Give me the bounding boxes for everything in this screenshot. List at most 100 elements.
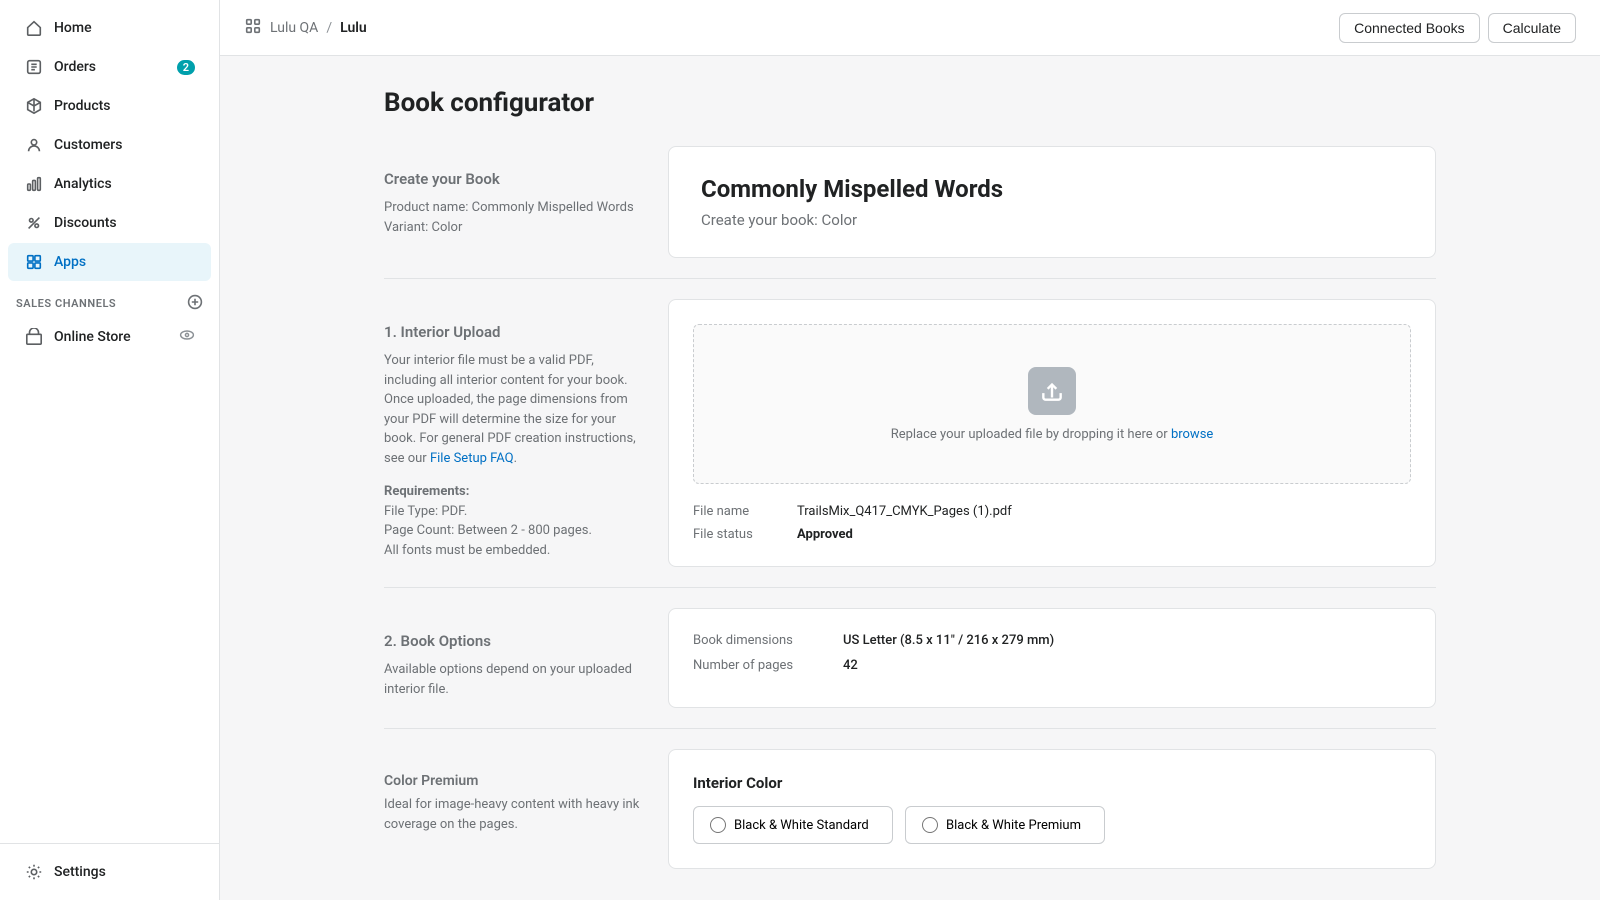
color-option-bw-standard[interactable]: Black & White Standard xyxy=(693,806,893,844)
req-page-count: Page Count: Between 2 - 800 pages. xyxy=(384,521,644,541)
browse-link[interactable]: browse xyxy=(1171,427,1213,442)
sidebar-item-products[interactable]: Products xyxy=(8,87,211,125)
upload-dropzone-text: Replace your uploaded file by dropping i… xyxy=(891,427,1214,442)
page-title: Book configurator xyxy=(384,88,1436,118)
store-grid-icon xyxy=(244,17,262,39)
connected-books-button[interactable]: Connected Books xyxy=(1339,13,1480,43)
divider-1 xyxy=(384,278,1436,279)
add-sales-channel-icon[interactable] xyxy=(187,294,203,313)
orders-icon xyxy=(24,57,44,77)
variant-label: Variant: xyxy=(384,220,428,235)
bw-premium-label: Black & White Premium xyxy=(946,818,1081,833)
file-name-label: File name xyxy=(693,504,773,519)
upload-dropzone[interactable]: Replace your uploaded file by dropping i… xyxy=(693,324,1411,484)
divider-3 xyxy=(384,728,1436,729)
create-book-left: Create your Book Product name: Commonly … xyxy=(384,146,644,258)
color-premium-label: Color Premium xyxy=(384,773,644,789)
page-inner: Book configurator Create your Book Produ… xyxy=(360,56,1460,900)
sidebar-item-home-label: Home xyxy=(54,20,92,36)
requirements-title: Requirements: xyxy=(384,482,644,502)
breadcrumb-separator: / xyxy=(326,20,332,36)
create-book-section: Create your Book Product name: Commonly … xyxy=(384,146,1436,258)
interior-upload-right: Replace your uploaded file by dropping i… xyxy=(668,299,1436,567)
topbar-actions: Connected Books Calculate xyxy=(1339,13,1576,43)
req-fonts: All fonts must be embedded. xyxy=(384,541,644,561)
sidebar-bottom: Settings xyxy=(0,843,219,900)
breadcrumb-store[interactable]: Lulu QA xyxy=(270,20,318,36)
interior-upload-section: 1. Interior Upload Your interior file mu… xyxy=(384,299,1436,567)
book-dimensions-row: Book dimensions US Letter (8.5 x 11" / 2… xyxy=(693,633,1411,648)
color-premium-desc: Ideal for image-heavy content with heavy… xyxy=(384,795,644,834)
sidebar-item-orders[interactable]: Orders 2 xyxy=(8,48,211,86)
settings-label: Settings xyxy=(54,864,106,880)
sidebar-item-settings[interactable]: Settings xyxy=(8,853,211,891)
color-section: Color Premium Ideal for image-heavy cont… xyxy=(384,749,1436,869)
divider-2 xyxy=(384,587,1436,588)
sidebar-item-customers[interactable]: Customers xyxy=(8,126,211,164)
sidebar-item-home[interactable]: Home xyxy=(8,9,211,47)
color-option-bw-premium[interactable]: Black & White Premium xyxy=(905,806,1105,844)
sidebar-item-discounts[interactable]: Discounts xyxy=(8,204,211,242)
interior-upload-description: Your interior file must be a valid PDF, … xyxy=(384,353,636,466)
online-store-visibility-icon[interactable] xyxy=(179,327,195,347)
sidebar-item-products-label: Products xyxy=(54,98,111,114)
file-setup-faq-link[interactable]: File Setup FAQ xyxy=(430,451,514,466)
interior-upload-desc: Your interior file must be a valid PDF, … xyxy=(384,351,644,560)
color-options: Black & White Standard Black & White Pre… xyxy=(693,806,1411,844)
discounts-icon xyxy=(24,213,44,233)
file-name-row: File name TrailsMix_Q417_CMYK_Pages (1).… xyxy=(693,504,1411,519)
sidebar-item-orders-label: Orders xyxy=(54,59,96,75)
main-wrapper: Lulu QA / Lulu Connected Books Calculate… xyxy=(220,0,1600,900)
file-status-label: File status xyxy=(693,527,773,542)
sidebar-item-discounts-label: Discounts xyxy=(54,215,117,231)
book-dimensions-value: US Letter (8.5 x 11" / 216 x 279 mm) xyxy=(843,633,1054,648)
store-icon xyxy=(24,327,44,347)
topbar: Lulu QA / Lulu Connected Books Calculate xyxy=(220,0,1600,56)
book-options-table: Book dimensions US Letter (8.5 x 11" / 2… xyxy=(693,633,1411,673)
book-options-title: 2. Book Options xyxy=(384,632,644,650)
sidebar-item-analytics[interactable]: Analytics xyxy=(8,165,211,203)
settings-icon xyxy=(24,862,44,882)
color-radio-bw-standard[interactable] xyxy=(710,817,726,833)
book-options-right: Book dimensions US Letter (8.5 x 11" / 2… xyxy=(668,608,1436,708)
sidebar-item-analytics-label: Analytics xyxy=(54,176,112,192)
book-options-desc: Available options depend on your uploade… xyxy=(384,660,644,699)
interior-color-title: Interior Color xyxy=(693,774,1411,792)
analytics-icon xyxy=(24,174,44,194)
home-icon xyxy=(24,18,44,38)
sidebar-item-customers-label: Customers xyxy=(54,137,122,153)
product-name-value: Commonly Mispelled Words xyxy=(472,200,634,215)
color-section-right: Interior Color Black & White Standard Bl… xyxy=(668,749,1436,869)
interior-upload-left: 1. Interior Upload Your interior file mu… xyxy=(384,299,644,567)
orders-badge: 2 xyxy=(177,60,195,75)
bw-standard-label: Black & White Standard xyxy=(734,818,869,833)
customers-icon xyxy=(24,135,44,155)
breadcrumb-current: Lulu xyxy=(340,20,367,36)
sidebar-item-apps-label: Apps xyxy=(54,254,86,270)
calculate-button[interactable]: Calculate xyxy=(1488,13,1576,43)
create-book-title: Create your Book xyxy=(384,170,644,188)
num-pages-value: 42 xyxy=(843,658,858,673)
file-status-value: Approved xyxy=(797,527,853,542)
preview-title: Commonly Mispelled Words xyxy=(701,175,1403,203)
book-options-left: 2. Book Options Available options depend… xyxy=(384,608,644,708)
book-options-section: 2. Book Options Available options depend… xyxy=(384,608,1436,708)
req-file-type: File Type: PDF. xyxy=(384,502,644,522)
interior-upload-title: 1. Interior Upload xyxy=(384,323,644,341)
online-store-label: Online Store xyxy=(54,329,131,345)
sidebar-item-apps[interactable]: Apps xyxy=(8,243,211,281)
color-radio-bw-premium[interactable] xyxy=(922,817,938,833)
file-name-value: TrailsMix_Q417_CMYK_Pages (1).pdf xyxy=(797,504,1012,519)
sidebar-nav: Home Orders 2 Products xyxy=(0,0,219,843)
create-book-desc: Product name: Commonly Mispelled Words V… xyxy=(384,198,644,237)
variant-value: Color xyxy=(432,220,463,235)
color-section-left: Color Premium Ideal for image-heavy cont… xyxy=(384,749,644,869)
book-preview-card: Commonly Mispelled Words Create your boo… xyxy=(668,146,1436,258)
num-pages-row: Number of pages 42 xyxy=(693,658,1411,673)
book-dimensions-label: Book dimensions xyxy=(693,633,843,648)
sidebar-item-online-store[interactable]: Online Store xyxy=(8,318,211,356)
main-content: Book configurator Create your Book Produ… xyxy=(220,56,1600,900)
breadcrumb: Lulu QA / Lulu xyxy=(244,17,367,39)
products-icon xyxy=(24,96,44,116)
upload-icon xyxy=(1028,367,1076,415)
